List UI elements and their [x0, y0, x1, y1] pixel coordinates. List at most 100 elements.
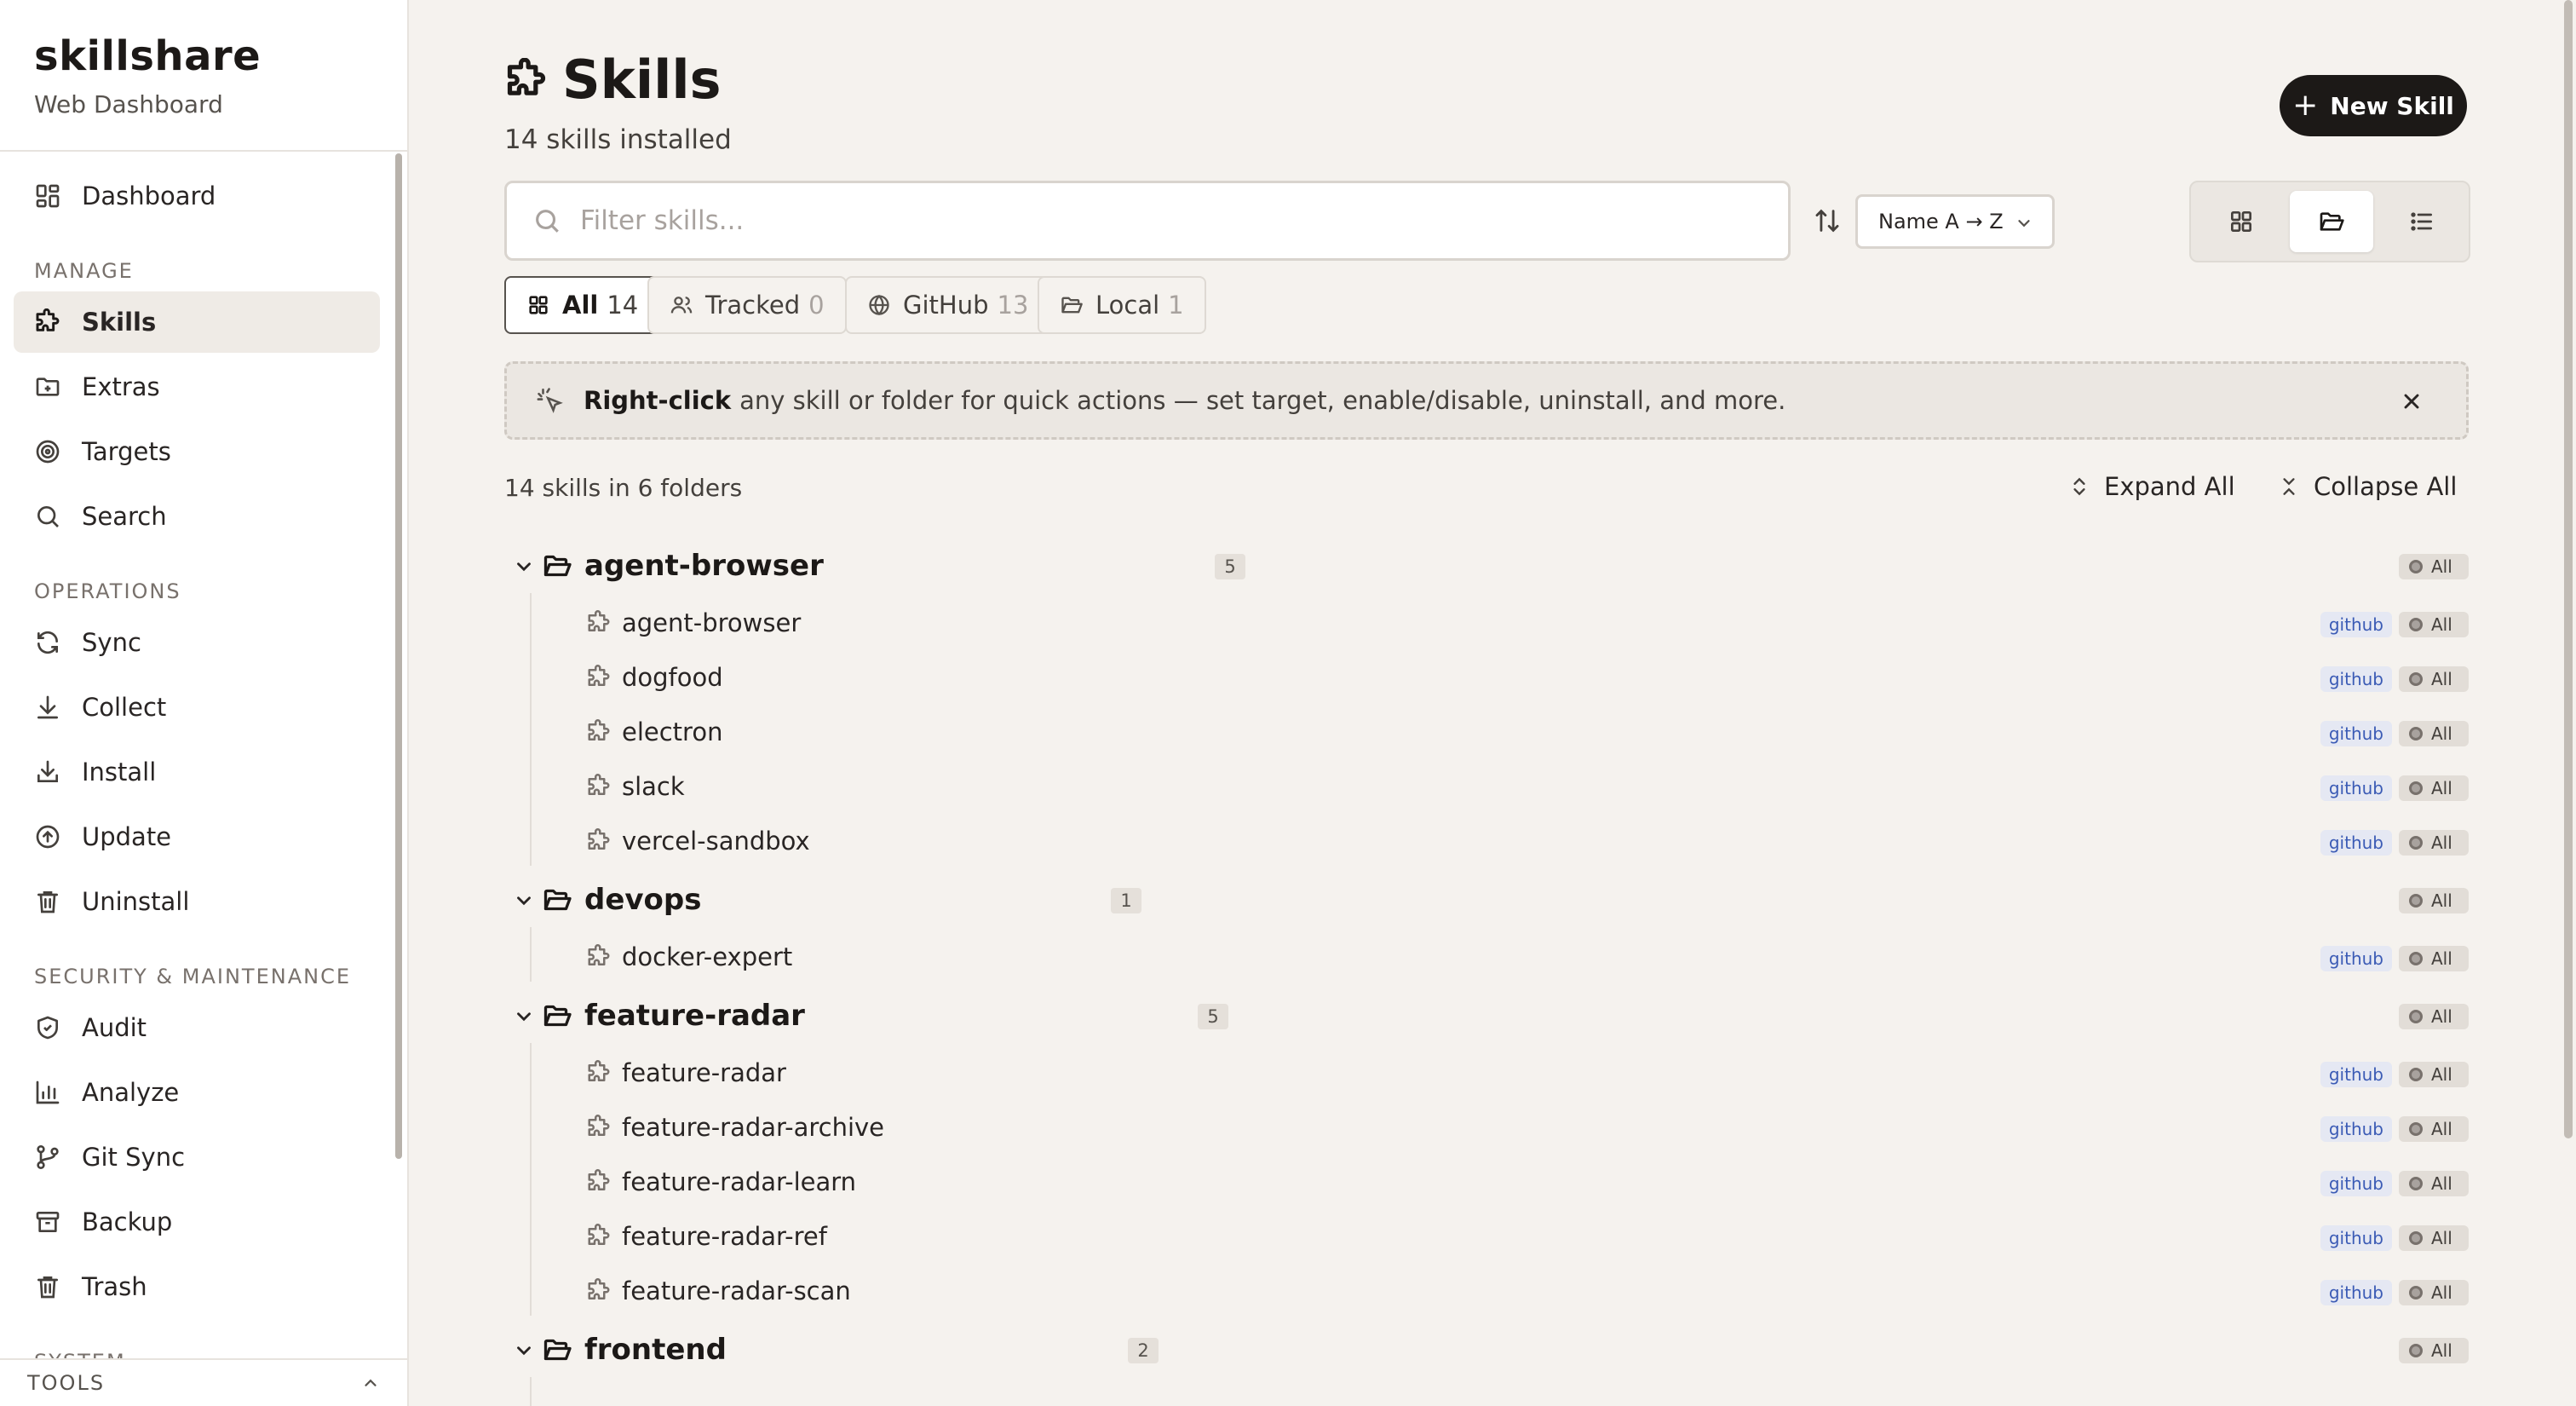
skill-row[interactable]: feature-radar-ref github All — [504, 1210, 2472, 1265]
collapse-all-button[interactable]: Collapse All — [2278, 472, 2457, 501]
view-folder-button[interactable] — [2290, 191, 2373, 252]
target-badge[interactable]: All — [2399, 721, 2469, 746]
sidebar-item-git-sync[interactable]: Git Sync — [14, 1127, 380, 1188]
target-badge[interactable]: All — [2399, 612, 2469, 637]
sidebar-item-skills[interactable]: Skills — [14, 291, 380, 353]
tip-text: any skill or folder for quick actions — … — [739, 386, 1786, 415]
skill-row[interactable]: dogfood github All — [504, 651, 2472, 706]
download-icon — [37, 760, 58, 782]
section-operations: OPERATIONS — [34, 579, 181, 603]
skill-row[interactable]: electron github All — [504, 706, 2472, 760]
target-badge-label: All — [2431, 1282, 2452, 1303]
chevron-down-icon[interactable] — [513, 1006, 535, 1028]
chip-github[interactable]: GitHub 13 — [845, 276, 1051, 334]
skill-row[interactable]: slack github All — [504, 760, 2472, 815]
sidebar-item-dashboard[interactable]: Dashboard — [14, 165, 380, 227]
target-badge-label: All — [2431, 669, 2452, 689]
target-badge[interactable]: All — [2399, 946, 2469, 971]
target-badge[interactable]: All — [2399, 888, 2469, 913]
target-badge[interactable]: All — [2399, 1116, 2469, 1142]
skill-row[interactable]: docker-expert github All — [504, 931, 2472, 985]
shield-check-icon — [37, 1016, 58, 1040]
chip-count: 14 — [607, 291, 639, 320]
target-dot-icon — [2409, 1231, 2423, 1245]
skill-row[interactable]: feature-radar github All — [504, 1046, 2472, 1101]
folder-row-feature-radar[interactable]: feature-radar 5 All — [504, 988, 2472, 1043]
sidebar-item-extras[interactable]: Extras — [14, 356, 380, 418]
target-badge[interactable]: All — [2399, 1280, 2469, 1305]
view-grid-button[interactable] — [2199, 191, 2283, 252]
skill-row[interactable]: feature-radar-learn github All — [504, 1155, 2472, 1210]
source-badge: github — [2320, 1280, 2392, 1305]
folder-name: frontend — [584, 1333, 727, 1367]
chevron-down-icon[interactable] — [513, 890, 535, 912]
folder-plus-icon — [36, 377, 60, 396]
puzzle-icon — [588, 719, 610, 740]
grid-icon — [529, 296, 548, 314]
brand-subtitle: Web Dashboard — [34, 90, 223, 118]
trash-icon — [37, 1276, 58, 1299]
sidebar-item-install[interactable]: Install — [14, 741, 380, 803]
sidebar-item-sync[interactable]: Sync — [14, 612, 380, 673]
source-badge: github — [2320, 1062, 2392, 1087]
skill-row[interactable]: feature-radar-scan github All — [504, 1265, 2472, 1319]
source-badge: github — [2320, 775, 2392, 801]
sidebar-item-collect[interactable]: Collect — [14, 677, 380, 738]
sidebar-item-label: Backup — [82, 1207, 173, 1236]
target-badge[interactable]: All — [2399, 1171, 2469, 1196]
main-scrollbar[interactable] — [2564, 0, 2573, 1138]
target-badge-label: All — [2431, 556, 2452, 577]
chevron-down-icon[interactable] — [513, 1340, 535, 1362]
sidebar-item-search[interactable]: Search — [14, 486, 380, 547]
view-list-button[interactable] — [2380, 191, 2464, 252]
folder-row-devops[interactable]: devops 1 All — [504, 873, 2472, 927]
chip-label: Local — [1095, 291, 1160, 320]
source-badge: github — [2320, 1171, 2392, 1196]
folder-open-icon — [543, 555, 572, 577]
target-badge[interactable]: All — [2399, 775, 2469, 801]
target-dot-icon — [2409, 894, 2423, 908]
expand-all-button[interactable]: Expand All — [2068, 472, 2235, 501]
source-badge: github — [2320, 612, 2392, 637]
tree-guide-line — [530, 1377, 532, 1406]
target-badge[interactable]: All — [2399, 1062, 2469, 1087]
sidebar-item-label: Uninstall — [82, 887, 190, 916]
sidebar-item-audit[interactable]: Audit — [14, 997, 380, 1058]
sort-arrows-icon[interactable] — [1813, 206, 1842, 235]
skill-row[interactable]: vercel-sandbox github All — [504, 815, 2472, 869]
chip-count: 0 — [808, 291, 825, 320]
target-badge[interactable]: All — [2399, 554, 2469, 579]
sidebar-item-trash[interactable]: Trash — [14, 1256, 380, 1317]
chip-all[interactable]: All 14 — [504, 276, 661, 334]
chip-tracked[interactable]: Tracked 0 — [647, 276, 847, 334]
new-skill-button[interactable]: + New Skill — [2280, 75, 2467, 136]
folder-count: 2 — [1128, 1338, 1159, 1363]
puzzle-icon — [588, 1169, 610, 1190]
sort-select[interactable]: Name A → Z — [1855, 194, 2055, 249]
close-icon[interactable] — [2400, 389, 2424, 413]
chip-label: Tracked — [705, 291, 801, 320]
sidebar-item-update[interactable]: Update — [14, 806, 380, 867]
sidebar-scrollbar[interactable] — [395, 153, 402, 1159]
view-mode-toggle — [2189, 181, 2470, 262]
chevron-down-icon[interactable] — [513, 556, 535, 578]
skill-row[interactable]: agent-browser github All — [504, 596, 2472, 651]
skill-row[interactable]: feature-radar-archive github All — [504, 1101, 2472, 1155]
target-badge[interactable]: All — [2399, 1338, 2469, 1363]
target-badge[interactable]: All — [2399, 830, 2469, 856]
target-badge[interactable]: All — [2399, 666, 2469, 692]
target-badge[interactable]: All — [2399, 1225, 2469, 1251]
tools-toggle[interactable]: TOOLS — [0, 1358, 407, 1406]
section-system: SYSTEM — [34, 1350, 126, 1358]
sidebar-item-uninstall[interactable]: Uninstall — [14, 871, 380, 932]
main-content: Skills 14 skills installed + New Skill N… — [411, 0, 2576, 1406]
folder-row-frontend[interactable]: frontend 2 All — [504, 1322, 2472, 1377]
sidebar-item-analyze[interactable]: Analyze — [14, 1062, 380, 1123]
filter-input[interactable] — [580, 205, 1756, 236]
target-badge[interactable]: All — [2399, 1004, 2469, 1029]
folder-row-agent-browser[interactable]: agent-browser 5 All — [504, 539, 2472, 593]
sidebar-item-targets[interactable]: Targets — [14, 421, 380, 482]
chip-local[interactable]: Local 1 — [1038, 276, 1206, 334]
sidebar-item-backup[interactable]: Backup — [14, 1191, 380, 1253]
source-badge: github — [2320, 946, 2392, 971]
